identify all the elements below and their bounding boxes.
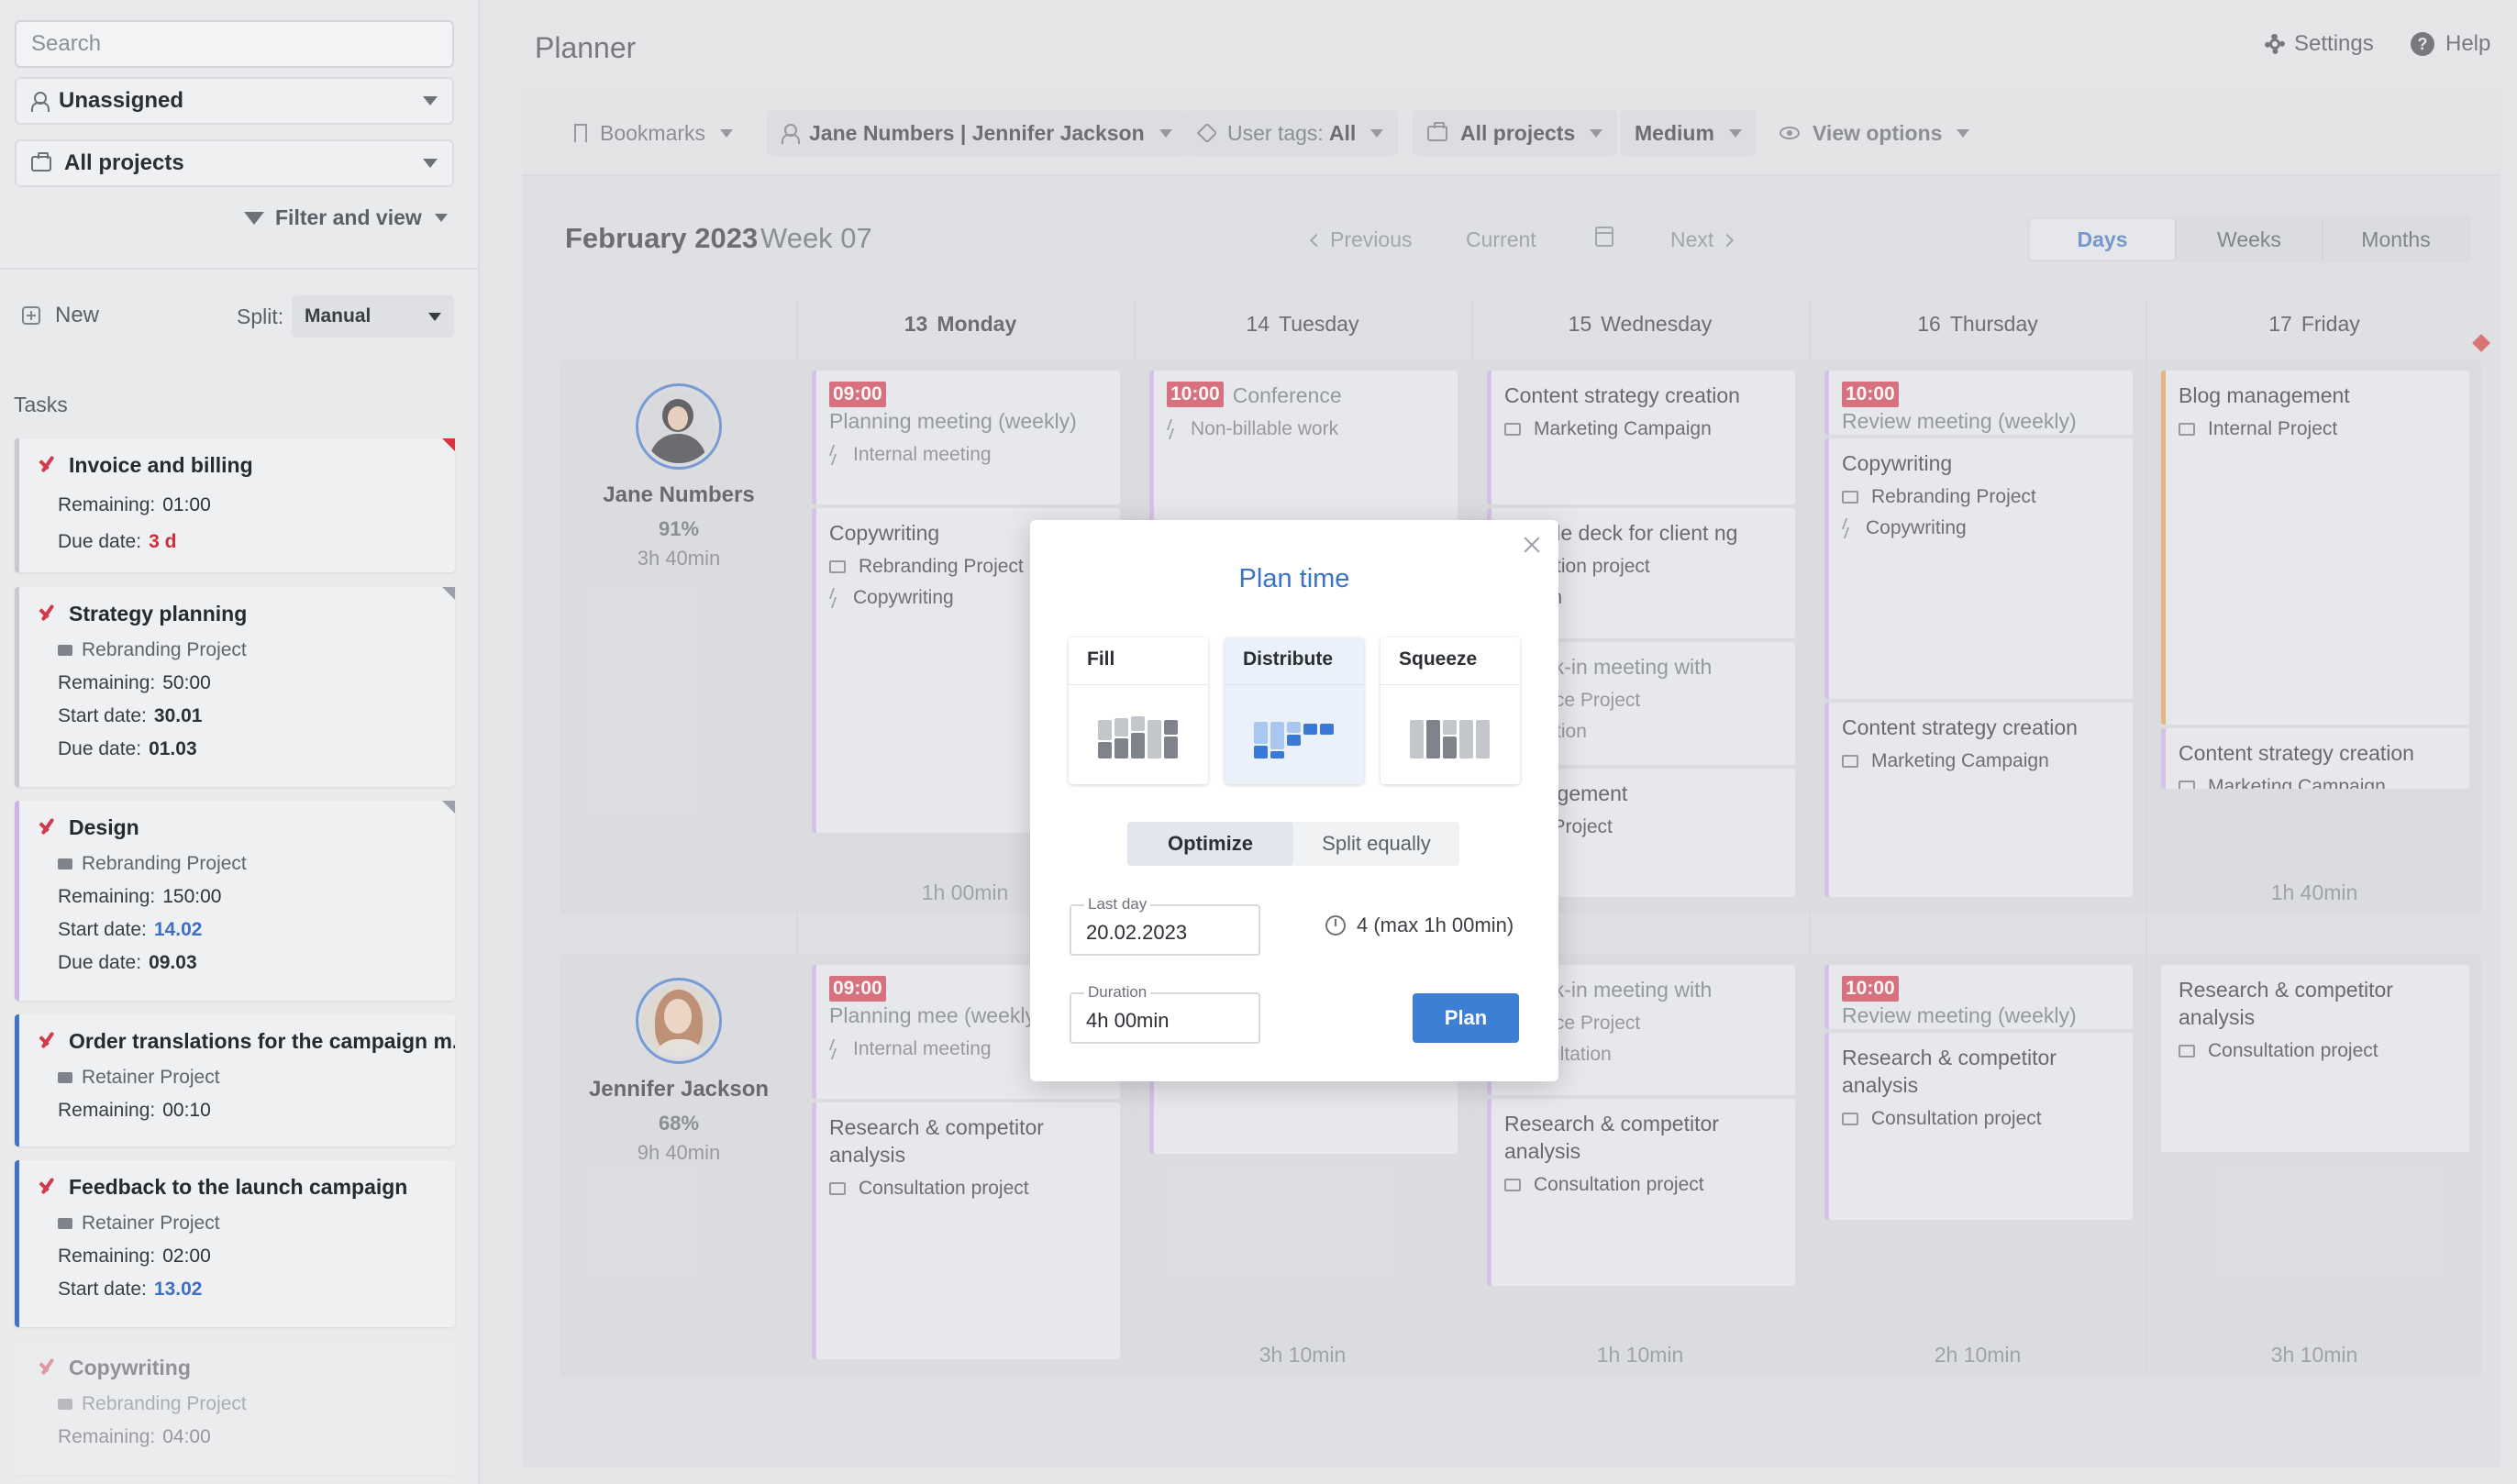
task-card[interactable]: Feedback to the launch campaign Retainer…: [15, 1160, 455, 1327]
new-task-button[interactable]: New: [22, 303, 99, 328]
modal-title: Plan time: [1238, 564, 1350, 593]
mode-distribute-option[interactable]: Distribute: [1225, 637, 1364, 784]
task-title: Feedback to the launch campaign: [69, 1175, 408, 1199]
caret-down-icon: [423, 159, 438, 168]
task-card[interactable]: Strategy planning Rebranding Project Rem…: [15, 587, 455, 787]
split-label: Split:: [237, 305, 284, 328]
slot-count: 4 (max 1h 00min): [1325, 914, 1514, 937]
divider: [0, 268, 479, 270]
check-icon: [38, 1035, 54, 1048]
assignee-select-value: Unassigned: [59, 88, 184, 113]
priority-flag-icon: [442, 438, 455, 451]
check-icon: [38, 1181, 54, 1194]
check-icon: [38, 1362, 54, 1375]
last-day-field[interactable]: Last day 20.02.2023: [1070, 895, 1260, 956]
task-title: Order translations for the campaign m...: [69, 1029, 455, 1053]
plan-button[interactable]: Plan: [1413, 993, 1519, 1043]
check-icon: [38, 608, 54, 621]
distribution-option-switch: Optimize Split equally: [1127, 822, 1459, 866]
briefcase-icon: [58, 1218, 72, 1229]
task-title: Invoice and billing: [69, 453, 253, 477]
briefcase-icon: [58, 858, 72, 869]
tasks-heading: Tasks: [14, 393, 68, 416]
task-card[interactable]: Order translations for the campaign m...…: [15, 1014, 455, 1146]
briefcase-icon: [58, 1072, 72, 1083]
task-card[interactable]: Invoice and billing Remaining: 01:00 Due …: [15, 438, 455, 572]
sidebar: Search Unassigned All projects Filter an…: [0, 0, 480, 1484]
check-icon: [38, 822, 54, 835]
caret-down-icon: [423, 96, 438, 105]
person-icon: [31, 92, 50, 112]
search-input[interactable]: Search: [15, 20, 454, 68]
check-icon: [38, 460, 54, 472]
task-card[interactable]: Copywriting Rebranding Project Remaining…: [15, 1341, 455, 1475]
split-select[interactable]: Manual: [292, 295, 454, 338]
corner-flag-icon: [442, 587, 455, 600]
squeeze-illustration-icon: [1380, 703, 1520, 759]
corner-flag-icon: [442, 801, 455, 814]
plan-time-modal: Plan time Fill Distribute Squeeze Optimi…: [1030, 520, 1558, 1081]
filter-and-view-button[interactable]: Filter and view: [244, 205, 448, 230]
stopwatch-icon: [1325, 915, 1346, 936]
fill-illustration-icon: [1069, 703, 1208, 759]
mode-squeeze-option[interactable]: Squeeze: [1380, 637, 1520, 784]
filter-icon: [244, 211, 264, 225]
distribute-illustration-icon: [1225, 703, 1364, 759]
caret-down-icon: [434, 214, 448, 222]
plus-icon: [22, 306, 40, 325]
duration-field[interactable]: Duration 4h 00min: [1070, 983, 1260, 1044]
task-due: 3 d: [149, 531, 177, 552]
project-select[interactable]: All projects: [15, 139, 454, 187]
split-equally-button[interactable]: Split equally: [1293, 822, 1459, 866]
optimize-button[interactable]: Optimize: [1127, 822, 1293, 866]
task-title: Copywriting: [69, 1356, 191, 1379]
caret-down-icon: [428, 312, 441, 321]
task-project: Rebranding Project: [82, 639, 247, 660]
task-remaining: 01:00: [162, 494, 211, 515]
mode-fill-option[interactable]: Fill: [1069, 637, 1208, 784]
briefcase-icon: [31, 151, 51, 172]
task-title: Design: [69, 815, 139, 839]
assignee-select[interactable]: Unassigned: [15, 77, 454, 125]
task-card[interactable]: Design Rebranding Project Remaining: 150:…: [15, 801, 455, 1001]
close-icon[interactable]: [1524, 537, 1540, 553]
briefcase-icon: [58, 1399, 72, 1410]
task-title: Strategy planning: [69, 602, 248, 626]
briefcase-icon: [58, 645, 72, 656]
project-select-value: All projects: [64, 150, 184, 175]
